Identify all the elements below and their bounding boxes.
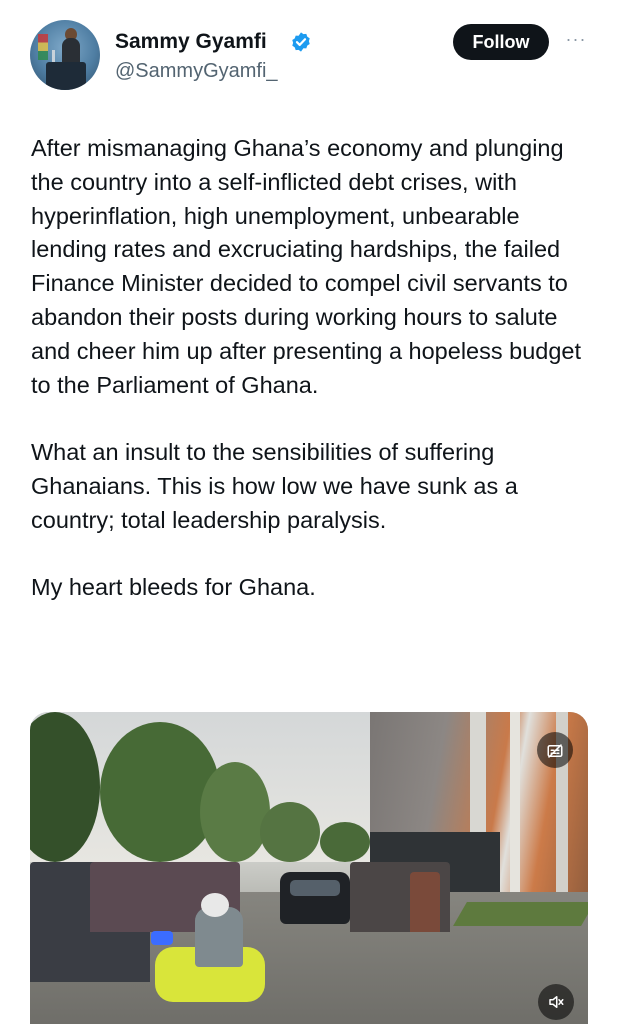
tweet: Sammy Gyamfi @SammyGyamfi_ Follow ··· Af… bbox=[0, 0, 618, 1024]
avatar-podium bbox=[46, 62, 86, 90]
captions-icon[interactable] bbox=[537, 732, 573, 768]
display-name[interactable]: Sammy Gyamfi bbox=[115, 30, 267, 54]
muted-speaker-glyph bbox=[549, 996, 564, 1009]
user-handle[interactable]: @SammyGyamfi_ bbox=[115, 60, 278, 83]
video-car bbox=[280, 872, 350, 924]
captions-glyph bbox=[547, 743, 563, 758]
video-tree bbox=[200, 762, 270, 862]
tweet-text: After mismanaging Ghana’s economy and pl… bbox=[31, 132, 591, 605]
follow-button[interactable]: Follow bbox=[453, 24, 549, 60]
video-motorcycle bbox=[145, 893, 265, 1024]
verified-badge-icon bbox=[292, 32, 310, 52]
video-player[interactable] bbox=[30, 712, 588, 1024]
avatar[interactable] bbox=[30, 20, 100, 90]
car-window bbox=[290, 880, 340, 896]
avatar-flag bbox=[38, 34, 48, 60]
video-tree bbox=[260, 802, 320, 862]
video-crowd bbox=[410, 872, 440, 932]
tweet-header: Sammy Gyamfi @SammyGyamfi_ Follow ··· bbox=[0, 0, 618, 110]
tweet-paragraph: After mismanaging Ghana’s economy and pl… bbox=[31, 135, 582, 398]
motorcycle-light bbox=[151, 931, 173, 945]
video-lawn bbox=[453, 902, 588, 926]
more-options-icon[interactable]: ··· bbox=[563, 28, 589, 54]
tweet-paragraph: What an insult to the sensibilities of s… bbox=[31, 439, 518, 533]
video-tree bbox=[320, 822, 370, 862]
muted-speaker-icon[interactable] bbox=[538, 984, 574, 1020]
rider-helmet bbox=[201, 893, 229, 917]
tweet-paragraph: My heart bleeds for Ghana. bbox=[31, 574, 316, 601]
